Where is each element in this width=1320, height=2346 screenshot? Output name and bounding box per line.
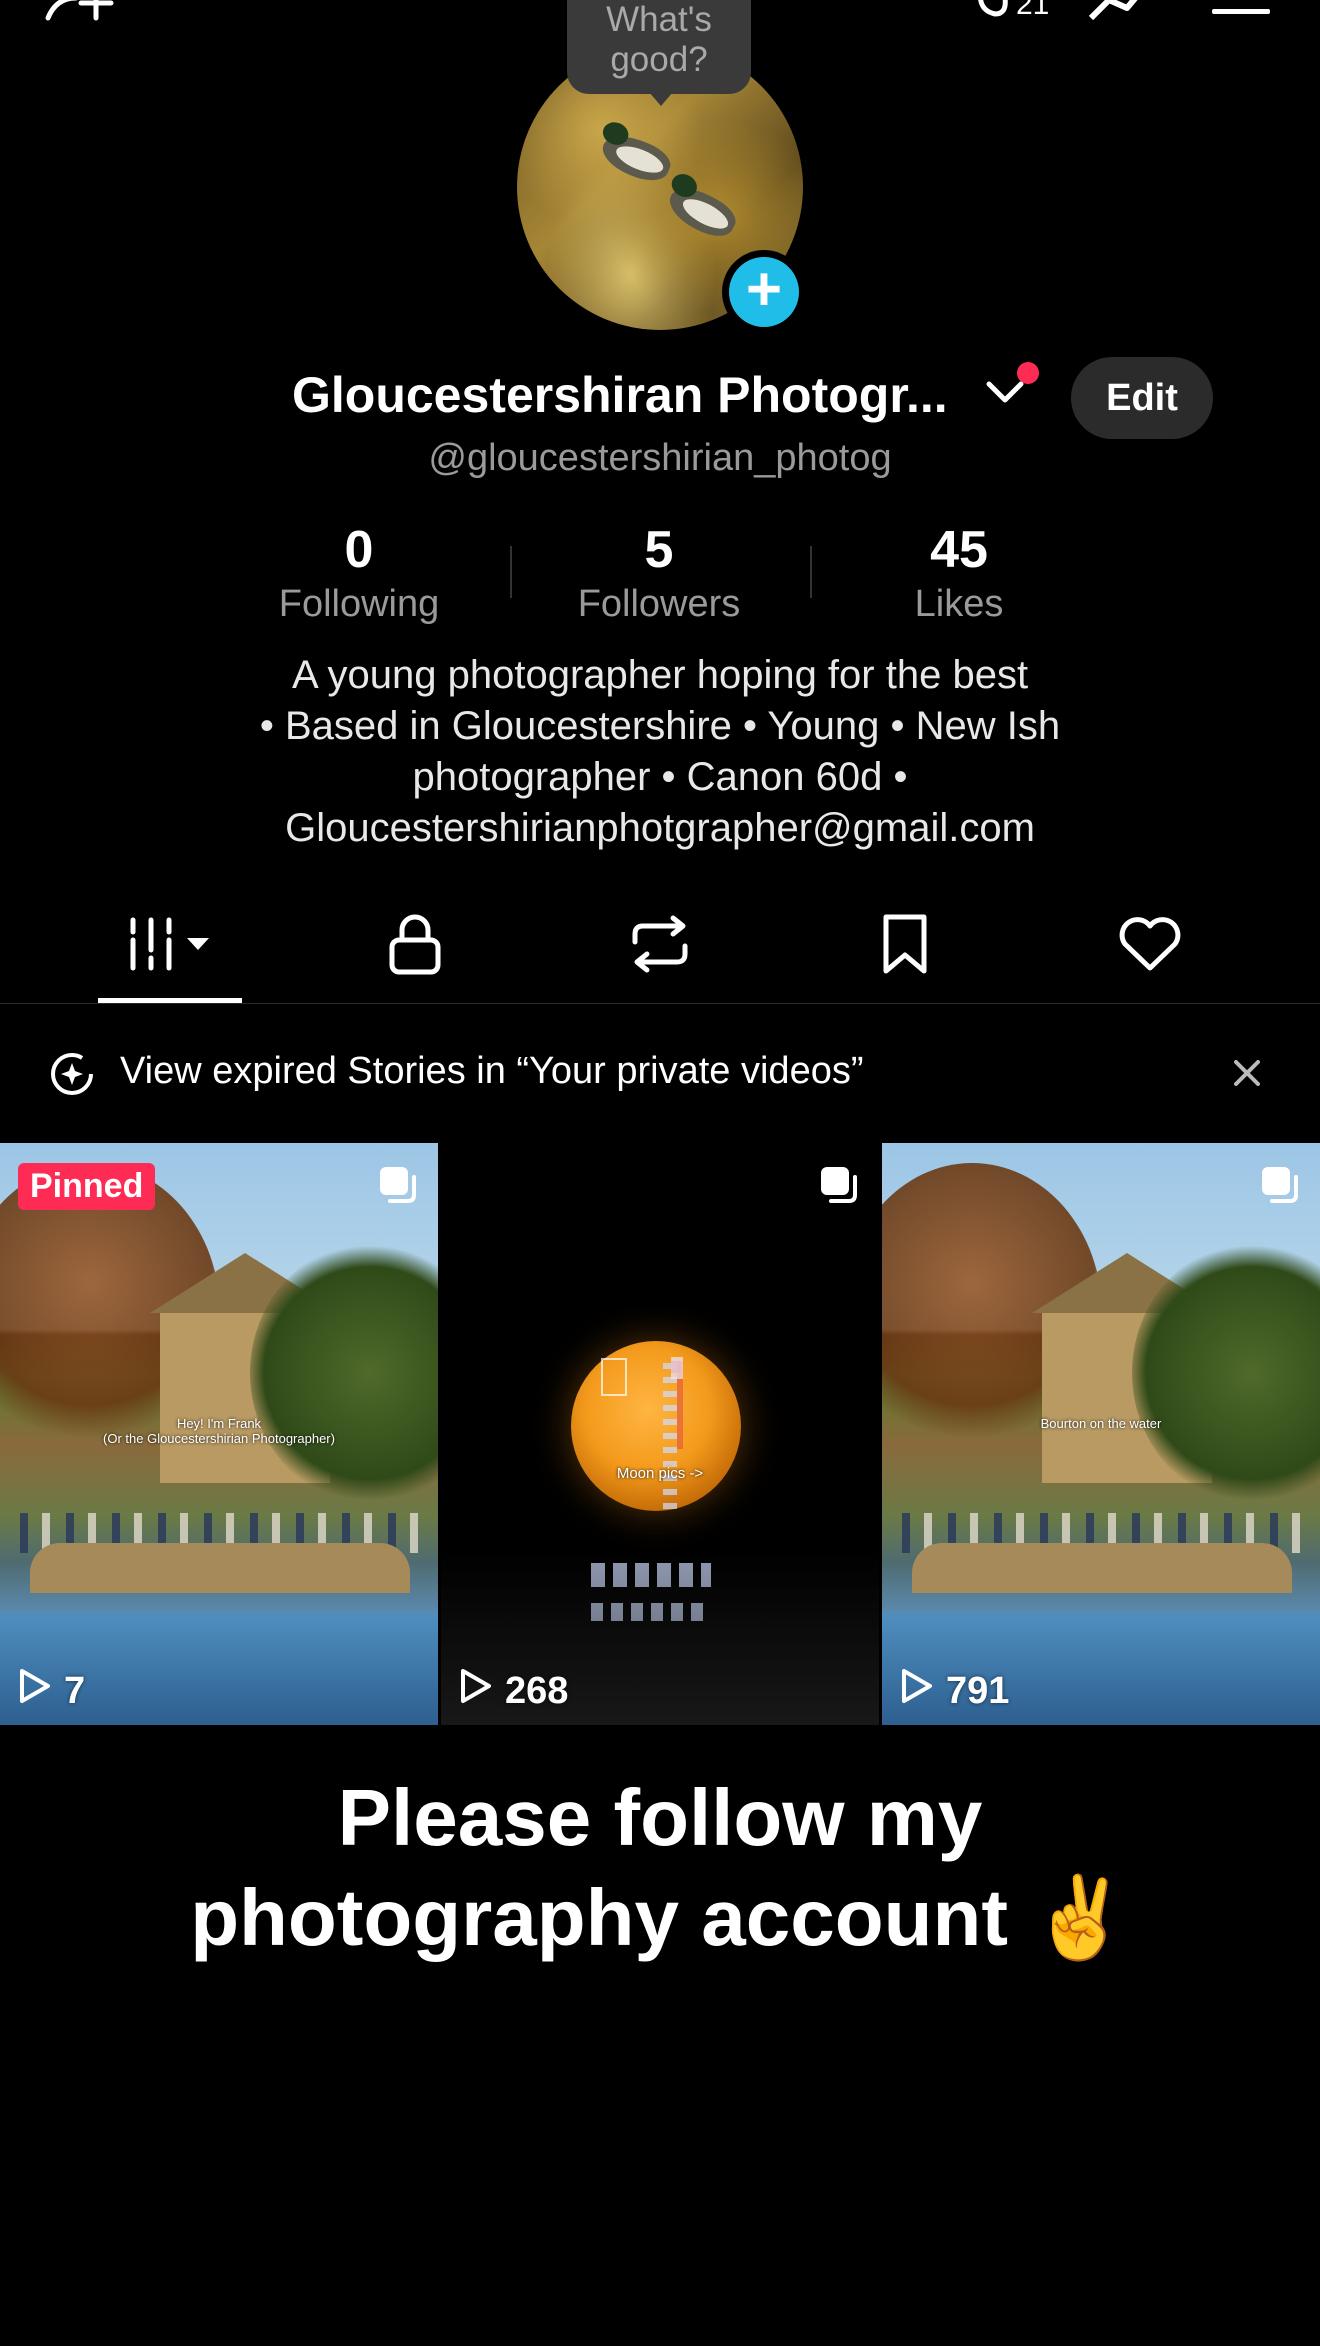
status-bubble-line: good?	[610, 40, 708, 79]
stat-value: 0	[344, 521, 374, 579]
stat-label: Likes	[914, 583, 1004, 625]
view-count: 791	[900, 1667, 1009, 1715]
banner-text: View expired Stories in “Your private vi…	[120, 1050, 864, 1092]
stat-label: Followers	[577, 583, 741, 625]
caption-line: Please follow my	[337, 1773, 983, 1862]
play-icon	[900, 1667, 934, 1715]
heart-icon	[1117, 914, 1183, 979]
view-count-value: 791	[946, 1669, 1010, 1712]
chevron-down-icon[interactable]	[985, 380, 1025, 411]
pinned-badge: Pinned	[18, 1163, 156, 1210]
videos-grid-icon	[125, 914, 215, 979]
username-handle: @gloucestershirian_photog	[428, 437, 892, 479]
tab-divider	[0, 1003, 1320, 1004]
share-profile-icon[interactable]	[1085, 0, 1151, 27]
stat-label: Following	[278, 583, 440, 625]
video-overlay-text: Hey! I'm Frank (Or the Gloucestershirian…	[0, 1416, 438, 1446]
view-count: 7	[18, 1667, 85, 1715]
caption-line: photography account ✌️	[190, 1873, 1130, 1962]
profile-tabs	[0, 906, 1320, 1002]
status-bubble-line: What's	[606, 0, 712, 39]
thumbnail-scenery	[30, 1543, 410, 1593]
bio-line: • Based in Gloucestershire • Young • New…	[259, 704, 1061, 748]
stat-value: 45	[930, 521, 988, 579]
tab-liked[interactable]	[1090, 906, 1210, 986]
stat-likes[interactable]: 45 Likes	[829, 518, 1089, 626]
stat-followers[interactable]: 5 Followers	[529, 518, 789, 626]
tab-private[interactable]	[355, 906, 475, 986]
edit-profile-button[interactable]: Edit	[1071, 357, 1213, 439]
close-icon[interactable]	[1232, 1058, 1262, 1093]
stat-following[interactable]: 0 Following	[229, 518, 489, 626]
status-bubble[interactable]: What's good?	[567, 0, 751, 106]
view-count-value: 268	[505, 1669, 569, 1712]
stat-divider	[510, 546, 512, 598]
multi-clip-icon	[1258, 1163, 1302, 1212]
caption-overlay: Please follow my photography account ✌️	[0, 1768, 1320, 1968]
play-icon	[459, 1667, 493, 1715]
repost-icon	[627, 914, 693, 979]
video-overlay-text: Bourton on the water	[1040, 1416, 1162, 1431]
view-count: 268	[459, 1667, 568, 1715]
bio-line: Gloucestershirianphotgrapher@gmail.com	[285, 806, 1035, 850]
bio-line: photographer • Canon 60d •	[412, 755, 908, 799]
view-count-value: 7	[64, 1669, 86, 1712]
video-thumbnail[interactable]: Bourton on the water 791	[882, 1143, 1320, 1725]
bio: A young photographer hoping for the best…	[160, 650, 1160, 854]
footprint-icon[interactable]	[975, 0, 1015, 23]
tab-videos[interactable]	[98, 906, 242, 986]
stat-divider	[810, 546, 812, 598]
add-story-button[interactable]: +	[722, 250, 806, 334]
video-thumbnail[interactable]: Hey! I'm Frank (Or the Gloucestershirian…	[0, 1143, 438, 1725]
display-name[interactable]: Gloucestershiran Photogr...	[292, 366, 948, 424]
multi-clip-icon	[376, 1163, 420, 1212]
stat-value: 5	[644, 521, 674, 579]
play-icon	[18, 1667, 52, 1715]
video-overlay-text: Moon pics ->	[616, 1465, 704, 1482]
multi-clip-icon	[817, 1163, 861, 1212]
lock-icon	[387, 912, 443, 981]
overlay-line: (Or the Gloucestershirian Photographer)	[103, 1431, 335, 1446]
thumbnail-scenery	[912, 1543, 1292, 1593]
expired-stories-banner[interactable]: View expired Stories in “Your private vi…	[0, 1024, 1320, 1124]
sparkle-story-icon	[48, 1050, 96, 1103]
thumbnail-scenery	[441, 1143, 879, 1725]
tab-favorites[interactable]	[845, 906, 965, 986]
video-thumbnail[interactable]: Moon pics -> 268	[441, 1143, 879, 1725]
overlay-line: Hey! I'm Frank	[176, 1416, 262, 1431]
notification-count: 21	[1016, 0, 1050, 21]
plus-icon: +	[729, 257, 799, 327]
bio-line: A young photographer hoping for the best	[291, 653, 1029, 697]
menu-icon[interactable]	[1210, 6, 1272, 24]
tab-reposts[interactable]	[600, 906, 720, 986]
bookmark-icon	[880, 913, 930, 980]
add-friend-icon[interactable]	[42, 0, 116, 29]
notification-dot	[1017, 362, 1039, 384]
